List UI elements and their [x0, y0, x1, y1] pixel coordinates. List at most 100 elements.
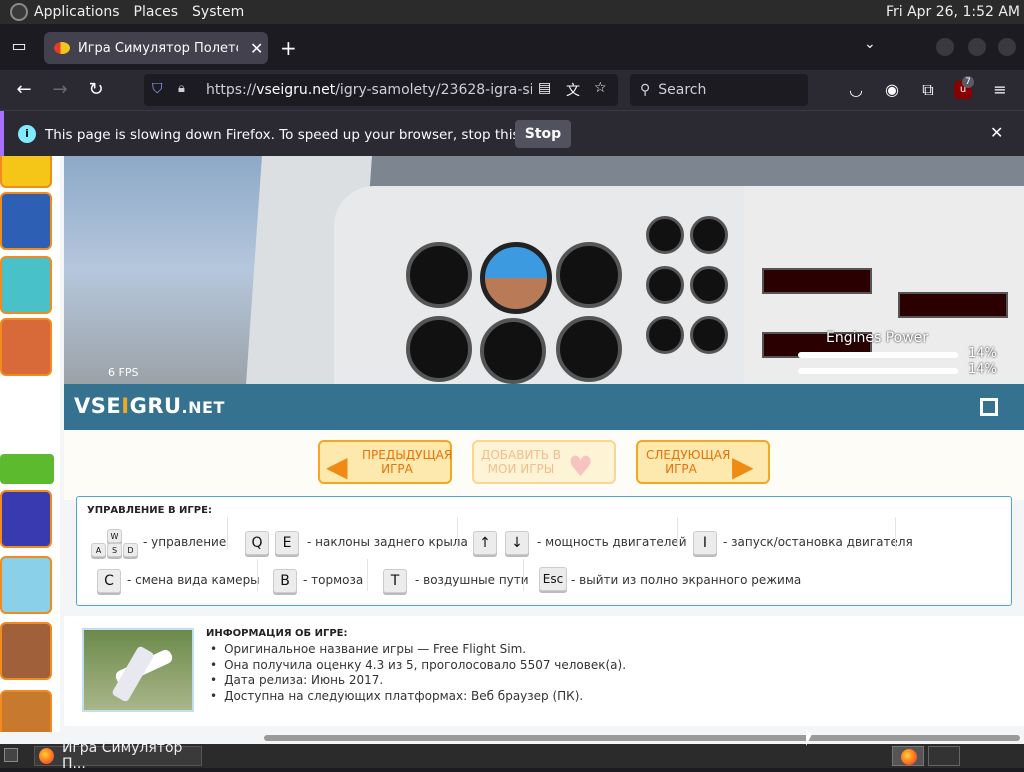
- reader-view-icon[interactable]: ▤: [538, 80, 551, 96]
- engine2-power-pct: 14%: [968, 362, 997, 377]
- forward-icon[interactable]: →: [48, 78, 72, 102]
- key-b: B: [273, 569, 297, 593]
- workspace-1[interactable]: [892, 746, 924, 766]
- mouse-cursor-icon: [806, 730, 812, 746]
- engine1-power-bar: [798, 352, 958, 358]
- gnome-logo-icon: [10, 3, 28, 21]
- taskbar-window-title: Игра Симулятор П...: [61, 740, 183, 772]
- bookmark-star-icon[interactable]: ☆: [594, 80, 607, 96]
- maximize-window-icon[interactable]: [968, 38, 986, 56]
- lock-icon[interactable]: 🔒︎: [178, 81, 185, 96]
- sidebar-game-thumb[interactable]: [0, 556, 52, 614]
- key-esc: Esc: [539, 567, 567, 591]
- back-icon[interactable]: ←: [12, 78, 36, 102]
- menu-icon[interactable]: ≡: [988, 78, 1012, 102]
- heading-gauge: [480, 318, 546, 384]
- sidebar-green-button[interactable]: [0, 454, 54, 484]
- stop-button[interactable]: Stop: [515, 120, 571, 148]
- divider: [367, 559, 368, 591]
- key-e: E: [275, 531, 299, 555]
- prev-game-button[interactable]: ◀ ПРЕДЫДУЩАЯ ИГРА: [318, 440, 452, 484]
- places-menu[interactable]: Places: [134, 4, 179, 20]
- sidebar-game-thumb[interactable]: [0, 318, 52, 376]
- site-logo[interactable]: VSEIGRU.NET: [74, 394, 225, 418]
- pocket-icon[interactable]: ◡: [844, 78, 868, 102]
- tracking-protection-icon[interactable]: ⛉: [152, 81, 168, 99]
- engine1-power-pct: 14%: [968, 346, 997, 361]
- sidebar-game-thumb[interactable]: [0, 256, 52, 314]
- show-desktop-icon[interactable]: [4, 748, 18, 762]
- info-list: Оригинальное название игры — Free Flight…: [206, 642, 626, 704]
- reload-icon[interactable]: ↻: [84, 78, 108, 102]
- new-tab-icon[interactable]: +: [280, 36, 297, 60]
- url-text[interactable]: https://vseigru.net/igry-samolety/23628-…: [206, 82, 532, 98]
- control-desc: - смена вида камеры: [127, 573, 260, 587]
- sidebar-game-thumb[interactable]: [0, 156, 52, 188]
- search-bar[interactable]: ⚲ Search: [630, 74, 808, 106]
- bottom-taskbar: Игра Симулятор П...: [0, 740, 1024, 772]
- key-i: I: [693, 531, 717, 555]
- top-panel: Applications Places System Fri Apr 26, 1…: [0, 0, 1024, 24]
- tab-bar: ▭ Игра Симулятор Полетов ✕ + ⌄: [0, 24, 1024, 70]
- engine-gauge: [690, 316, 728, 354]
- firefox-icon: [39, 748, 54, 764]
- add-to-my-games-button[interactable]: ДОБАВИТЬ В МОИ ИГРЫ ♥: [472, 440, 616, 484]
- firefox-view-icon[interactable]: ▭: [8, 36, 30, 58]
- control-desc: - управление: [143, 535, 227, 549]
- sidebar-game-thumb[interactable]: [0, 622, 52, 680]
- divider: [895, 517, 896, 549]
- control-desc: - выйти из полно экранного режима: [571, 573, 802, 587]
- account-icon[interactable]: ◉: [880, 78, 904, 102]
- info-item: Оригинальное название игры — Free Flight…: [206, 642, 626, 658]
- divider: [227, 517, 228, 549]
- game-sidebar: [0, 156, 60, 744]
- control-desc: - мощность двигателей: [537, 535, 687, 549]
- sidebar-game-thumb[interactable]: [0, 192, 52, 250]
- clock[interactable]: Fri Apr 26, 1:52 AM: [886, 4, 1020, 20]
- game-brand-bar: VSEIGRU.NET: [64, 384, 1024, 430]
- fullscreen-icon[interactable]: [980, 398, 998, 416]
- scrollbar-thumb[interactable]: [264, 735, 1020, 741]
- radio-display: [762, 268, 872, 294]
- game-canvas[interactable]: 6 FPS Engines Power 14% 14%: [64, 156, 1024, 384]
- altimeter-gauge: [556, 242, 622, 308]
- key-a: A: [91, 543, 106, 557]
- applications-menu[interactable]: Applications: [34, 4, 120, 20]
- control-desc: - запуск/остановка двигателя: [723, 535, 913, 549]
- search-placeholder: Search: [658, 82, 707, 98]
- browser-tab[interactable]: Игра Симулятор Полетов ✕: [44, 32, 268, 64]
- page-content: 6 FPS Engines Power 14% 14% VSEIGRU.NET …: [0, 156, 1024, 744]
- game-thumbnail[interactable]: [82, 628, 194, 712]
- info-title: ИНФОРМАЦИЯ ОБ ИГРЕ:: [206, 628, 348, 639]
- system-menu[interactable]: System: [192, 4, 244, 20]
- close-window-icon[interactable]: [998, 38, 1016, 56]
- divider: [257, 559, 258, 591]
- notification-message: This page is slowing down Firefox. To sp…: [45, 127, 562, 143]
- attitude-indicator: [480, 242, 552, 314]
- next-game-button[interactable]: СЛЕДУЮЩАЯ ИГРА ▶: [636, 440, 770, 484]
- list-all-tabs-icon[interactable]: ⌄: [864, 36, 876, 52]
- engine-gauge: [646, 216, 684, 254]
- engines-power-label: Engines Power: [826, 330, 929, 346]
- fps-counter: 6 FPS: [108, 366, 139, 379]
- workspace-2[interactable]: [928, 746, 960, 766]
- arrow-left-icon: ◀: [326, 450, 348, 483]
- vsi-gauge: [556, 316, 622, 382]
- info-item: Дата релиза: Июнь 2017.: [206, 673, 626, 689]
- engine-gauge: [690, 216, 728, 254]
- extensions-icon[interactable]: ⧉: [916, 78, 940, 102]
- controls-title: УПРАВЛЕНИЕ В ИГРЕ:: [87, 505, 212, 516]
- taskbar-window-button[interactable]: Игра Симулятор П...: [34, 740, 202, 772]
- key-w: W: [107, 529, 122, 543]
- notification-close-icon[interactable]: ✕: [990, 123, 1003, 142]
- translate-icon[interactable]: 文: [566, 80, 580, 100]
- divider: [677, 517, 678, 549]
- control-desc: - тормоза: [303, 573, 364, 587]
- minimize-window-icon[interactable]: [936, 38, 954, 56]
- key-up: ↑: [473, 531, 497, 555]
- sidebar-game-thumb[interactable]: [0, 490, 52, 548]
- heart-plus-icon: ♥: [568, 450, 594, 483]
- site-favicon-icon: [54, 42, 70, 54]
- url-bar[interactable]: ⛉ 🔒︎ https://vseigru.net/igry-samolety/2…: [144, 74, 618, 106]
- tab-close-icon[interactable]: ✕: [250, 39, 263, 58]
